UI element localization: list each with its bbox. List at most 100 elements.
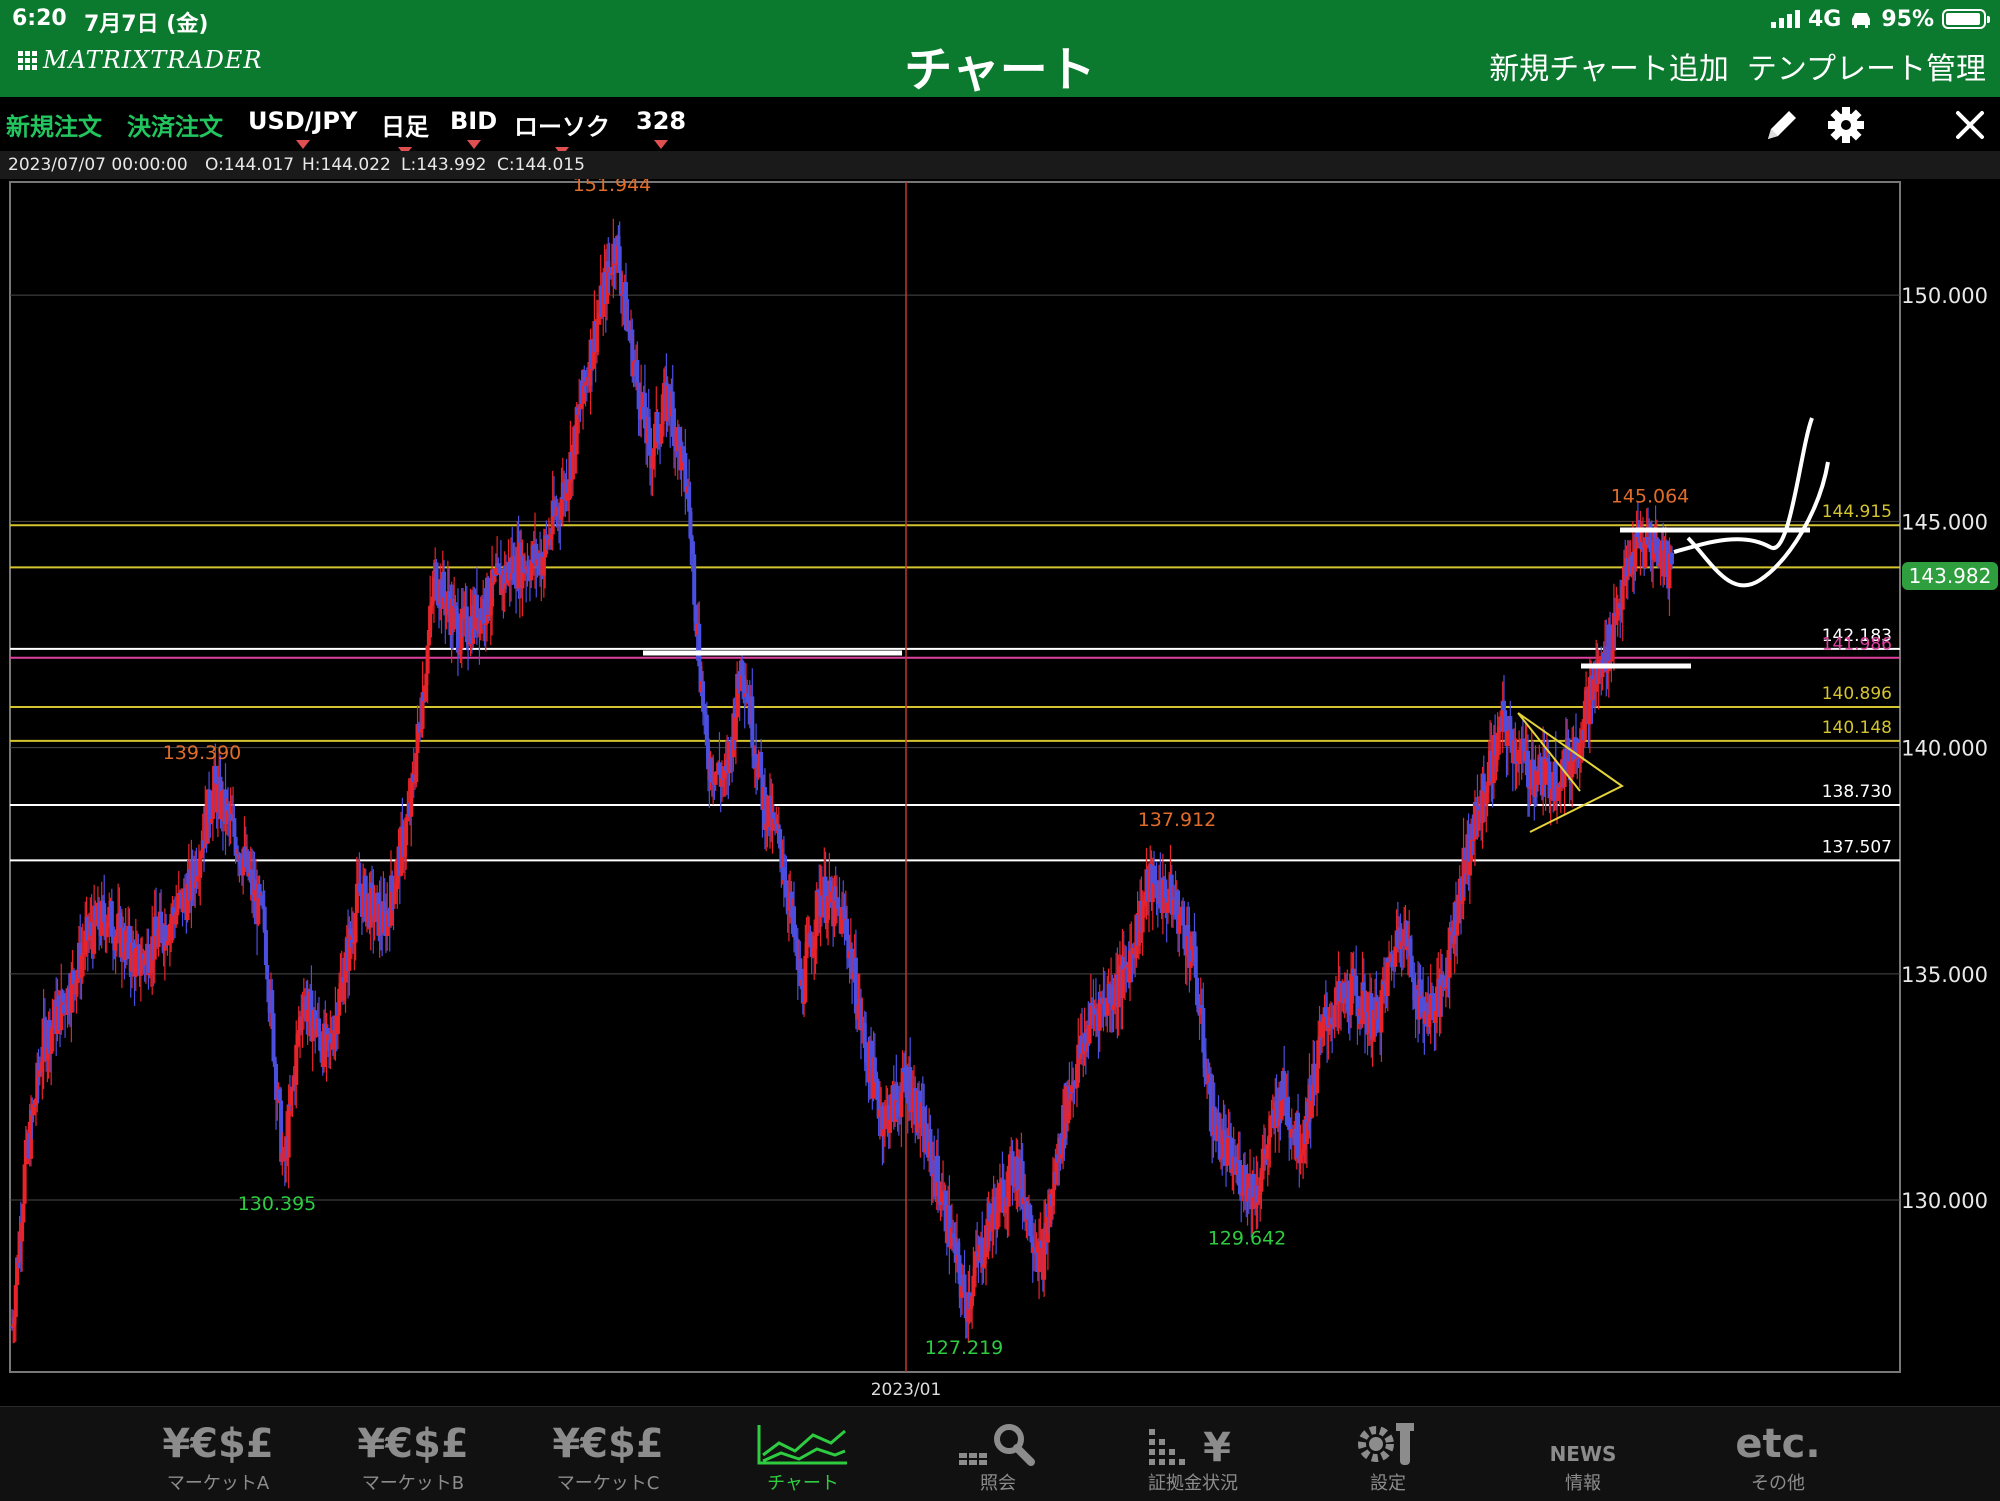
- candle-body: [286, 1104, 291, 1158]
- tab-label: マーケットC: [556, 1473, 660, 1494]
- candle-body: [635, 360, 640, 383]
- candle-body: [1128, 950, 1133, 983]
- y-tick-label: 150.000: [1901, 284, 1988, 308]
- tab-inquiry[interactable]: 照会: [923, 1407, 1073, 1501]
- new-order-button[interactable]: 新規注文: [6, 107, 102, 142]
- tab-label: マーケットB: [361, 1473, 465, 1494]
- low-label: 130.395: [238, 1193, 317, 1215]
- bar-count-select[interactable]: 328: [636, 107, 686, 149]
- pencil-icon[interactable]: [1762, 105, 1802, 145]
- tab-market-b[interactable]: ¥€$£ マーケットB: [338, 1407, 488, 1501]
- candle-body: [1555, 799, 1560, 801]
- timeframe-select[interactable]: 日足: [381, 107, 429, 156]
- ohlc-low: L:143.992: [401, 155, 487, 175]
- candle-body: [1315, 1068, 1320, 1094]
- currency-icon: ¥€$£: [162, 1421, 274, 1467]
- candle-body: [390, 875, 395, 892]
- candle-body: [337, 988, 342, 1016]
- tab-chart[interactable]: チャート: [728, 1407, 878, 1501]
- tab-market-a[interactable]: ¥€$£ マーケットA: [143, 1407, 293, 1501]
- chart-style-select[interactable]: ローソク: [514, 107, 610, 156]
- search-icon: [923, 1421, 1073, 1467]
- level-label: 140.896: [1822, 684, 1892, 704]
- candle-body: [693, 604, 698, 622]
- signal-icon: [1770, 10, 1800, 28]
- currency-icon: ¥€$£: [357, 1421, 469, 1467]
- candle-body: [1379, 990, 1384, 1033]
- high-label: 145.064: [1611, 485, 1690, 507]
- tab-label: 証拠金状況: [1148, 1473, 1238, 1494]
- ohlc-high: H:144.022: [302, 155, 391, 175]
- candle-body: [971, 1275, 976, 1297]
- battery-icon: [1942, 9, 1990, 29]
- current-price-badge: 143.982: [1902, 562, 1998, 590]
- high-label: 139.390: [163, 742, 242, 764]
- price-chart[interactable]: 144.915142.183141.986140.896140.148138.7…: [0, 179, 2000, 1406]
- low-label: 129.642: [1208, 1227, 1287, 1249]
- close-icon[interactable]: [1950, 105, 1990, 145]
- header-actions: 新規チャート追加 テンプレート管理: [1489, 44, 1986, 88]
- y-axis-labels: 150.000 145.000 140.000 135.000 130.000: [1901, 284, 1988, 1213]
- candle-body: [659, 423, 664, 444]
- x-axis-label: 2023/01: [871, 1380, 942, 1400]
- chart-toolbar: 新規注文 決済注文 USD/JPY 日足 BID ローソク 328: [0, 97, 2000, 156]
- high-label: 151.944: [573, 179, 652, 196]
- template-manage-button[interactable]: テンプレート管理: [1747, 44, 1986, 88]
- candle-body: [1670, 552, 1674, 565]
- ohlc-open: O:144.017: [205, 155, 295, 175]
- close-order-button[interactable]: 決済注文: [127, 107, 223, 142]
- candle-body: [701, 681, 706, 712]
- level-label: 144.915: [1822, 502, 1892, 522]
- candle-body: [1237, 1160, 1242, 1195]
- chart-icon: [728, 1421, 878, 1467]
- y-tick-label: 140.000: [1901, 737, 1988, 761]
- candle-body: [372, 915, 377, 923]
- etc-icon: etc.: [1735, 1421, 1821, 1467]
- tab-label: マーケットA: [166, 1473, 270, 1494]
- tab-margin-status[interactable]: ¥ 証拠金状況: [1118, 1407, 1268, 1501]
- tab-market-c[interactable]: ¥€$£ マーケットC: [533, 1407, 683, 1501]
- tab-label: チャート: [767, 1473, 839, 1494]
- add-chart-button[interactable]: 新規チャート追加: [1489, 44, 1729, 88]
- ohlc-readout: 2023/07/07 00:00:00 O:144.017 H:144.022 …: [0, 151, 2000, 179]
- level-label: 137.507: [1822, 837, 1892, 857]
- tab-news[interactable]: NEWS 情報: [1508, 1407, 1658, 1501]
- candle-body: [1620, 586, 1625, 610]
- y-tick-label: 145.000: [1901, 510, 1988, 534]
- gear-icon[interactable]: [1826, 105, 1866, 145]
- svg-text:¥: ¥: [1203, 1425, 1231, 1467]
- tab-label: 照会: [980, 1473, 1016, 1494]
- bottom-tab-bar: ¥€$£ マーケットA ¥€$£ マーケットB ¥€$£ マーケットC チャート…: [0, 1406, 2000, 1501]
- candle-body: [392, 891, 397, 905]
- tab-settings[interactable]: 設定: [1313, 1407, 1463, 1501]
- candle-body: [133, 948, 138, 977]
- car-icon: [1852, 13, 1871, 28]
- news-icon: NEWS: [1549, 1442, 1617, 1466]
- app-header: 6:20 7月7日 (金) 4G 95% MATRIXTRADER チャート 新…: [0, 0, 2000, 98]
- current-price-label: 143.982: [1909, 564, 1992, 588]
- level-label: 138.730: [1822, 782, 1892, 802]
- candle-body: [778, 829, 783, 849]
- price-type-select[interactable]: BID: [450, 107, 497, 149]
- candle-body: [997, 1183, 1002, 1213]
- tab-other[interactable]: etc. その他: [1703, 1407, 1853, 1501]
- currency-icon: ¥€$£: [552, 1421, 664, 1467]
- tab-label: その他: [1751, 1473, 1805, 1494]
- level-label: 141.986: [1822, 635, 1892, 655]
- candle-body: [404, 821, 409, 846]
- pair-select[interactable]: USD/JPY: [248, 107, 357, 149]
- candle-body: [771, 812, 776, 819]
- y-tick-label: 130.000: [1901, 1189, 1988, 1213]
- high-label: 137.912: [1138, 809, 1217, 831]
- tab-label: 情報: [1565, 1473, 1601, 1494]
- tab-label: 設定: [1370, 1473, 1406, 1494]
- level-label: 140.148: [1822, 718, 1892, 738]
- ohlc-datetime: 2023/07/07 00:00:00: [8, 155, 188, 175]
- settings-icon: [1313, 1421, 1463, 1467]
- margin-icon: ¥: [1118, 1421, 1268, 1471]
- battery-percent: 95%: [1881, 6, 1934, 32]
- low-label: 127.219: [925, 1337, 1004, 1359]
- status-time: 6:20: [12, 6, 67, 31]
- network-label: 4G: [1807, 6, 1842, 32]
- ohlc-close: C:144.015: [497, 155, 585, 175]
